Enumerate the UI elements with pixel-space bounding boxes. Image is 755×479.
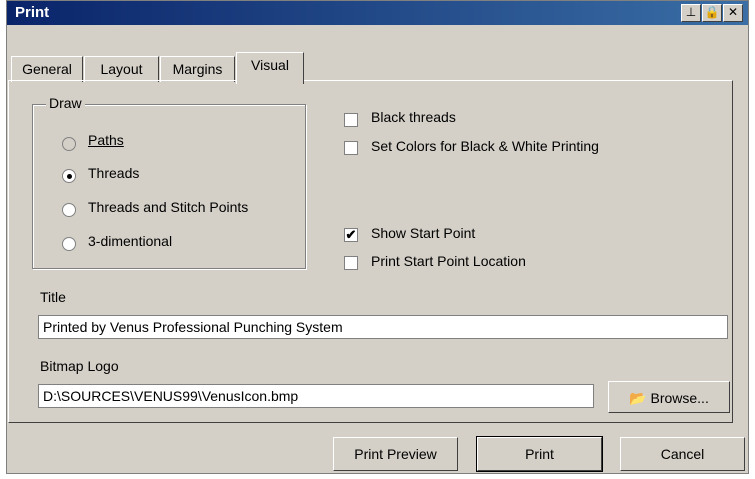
tab-layout[interactable]: Layout xyxy=(84,56,159,82)
label-print-start: Print Start Point Location xyxy=(371,253,526,269)
checkbox-print-start[interactable] xyxy=(344,256,358,270)
title-bar[interactable]: Print ⊥ 🔒 ✕ xyxy=(7,1,748,25)
label-threads-stitch: Threads and Stitch Points xyxy=(88,199,249,215)
label-paths: Paths xyxy=(88,132,124,148)
lock-icon[interactable]: 🔒 xyxy=(702,4,722,22)
radio-threads[interactable] xyxy=(62,169,76,183)
tab-margins[interactable]: Margins xyxy=(160,56,235,82)
label-3d: 3-dimentional xyxy=(88,233,173,249)
title-label: Title xyxy=(40,289,66,305)
radio-dot xyxy=(67,174,72,179)
label-set-colors: Set Colors for Black & White Printing xyxy=(371,138,599,154)
window-title: Print xyxy=(15,4,50,21)
print-preview-button[interactable]: Print Preview xyxy=(333,437,458,471)
label-black-threads: Black threads xyxy=(371,109,456,125)
pin-icon[interactable]: ⊥ xyxy=(681,4,701,22)
radio-paths[interactable] xyxy=(62,137,76,151)
checkbox-black-threads[interactable] xyxy=(344,113,358,127)
bitmap-logo-label: Bitmap Logo xyxy=(40,358,119,374)
radio-threads-stitch[interactable] xyxy=(62,203,76,217)
close-icon[interactable]: ✕ xyxy=(723,4,743,22)
cancel-button[interactable]: Cancel xyxy=(620,437,745,471)
tab-visual[interactable]: Visual xyxy=(236,52,304,84)
folder-icon: 📂 xyxy=(629,390,647,406)
browse-label: Browse... xyxy=(650,390,709,406)
print-button[interactable]: Print xyxy=(476,436,603,472)
label-show-start: Show Start Point xyxy=(371,225,476,241)
title-input[interactable]: Printed by Venus Professional Punching S… xyxy=(38,315,728,339)
draw-group-label: Draw xyxy=(46,95,85,111)
checkbox-set-colors[interactable] xyxy=(344,141,358,155)
checkbox-show-start[interactable]: ✔ xyxy=(344,228,358,242)
radio-3d[interactable] xyxy=(62,237,76,251)
bitmap-logo-input[interactable]: D:\SOURCES\VENUS99\VenusIcon.bmp xyxy=(38,384,594,408)
tab-general[interactable]: General xyxy=(11,56,83,82)
label-threads: Threads xyxy=(88,165,140,181)
browse-button[interactable]: 📂 Browse... xyxy=(608,381,730,413)
